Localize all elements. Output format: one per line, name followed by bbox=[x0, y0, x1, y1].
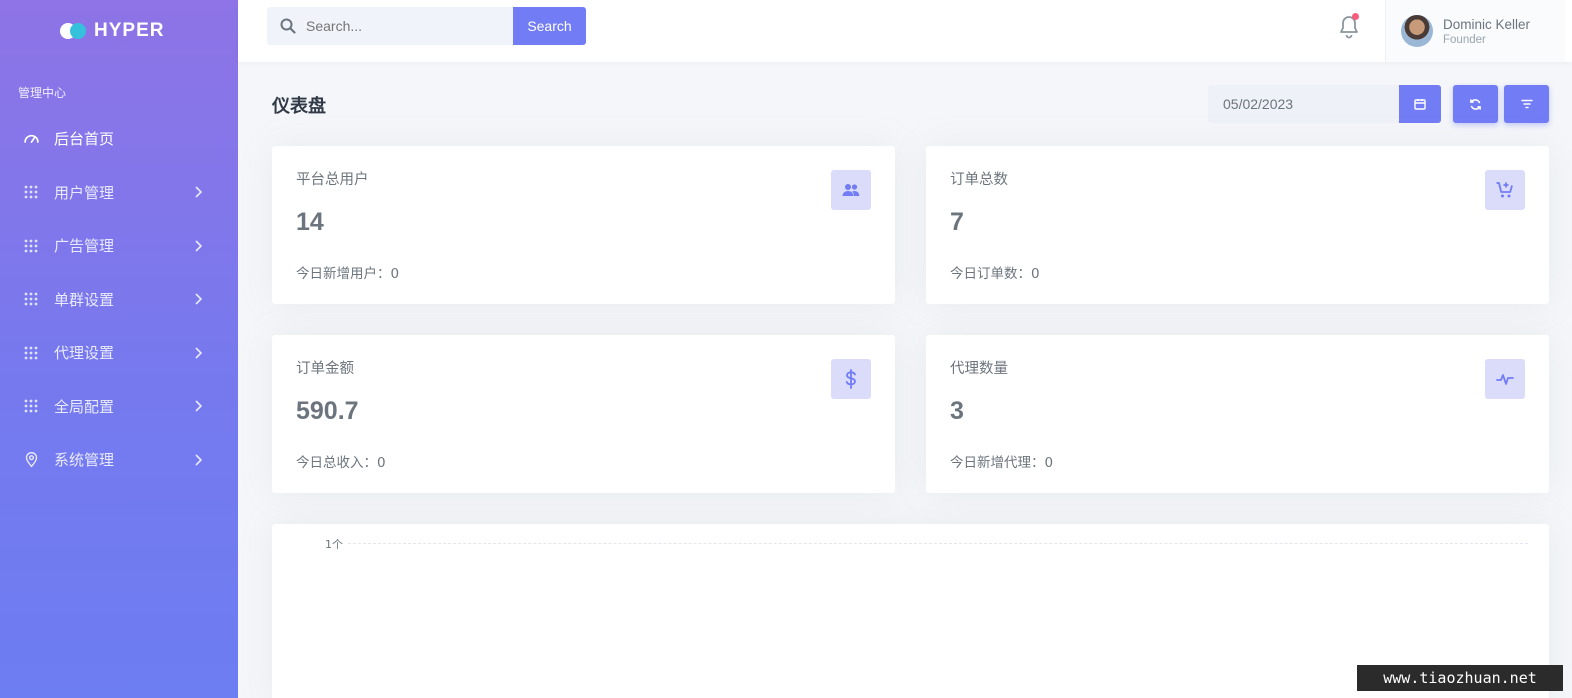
stat-card-order-amount: 订单金额 590.7 今日总收入：0 bbox=[272, 335, 895, 493]
stat-label: 订单总数 bbox=[950, 172, 1008, 188]
pulse-icon bbox=[1485, 359, 1525, 399]
brand-name: HYPER bbox=[94, 20, 165, 41]
sidebar-item-label: 单群设置 bbox=[54, 290, 115, 309]
search-box bbox=[267, 7, 513, 45]
users-icon bbox=[831, 170, 871, 210]
chevron-right-icon bbox=[192, 293, 204, 305]
sidebar: HYPER 管理中心 后台首页 用户管理 广告管理 单群设置 代理设置 全局配置… bbox=[0, 0, 238, 698]
map-pin-icon bbox=[22, 451, 40, 469]
grid-dots-icon bbox=[22, 237, 40, 255]
dollar-icon bbox=[831, 359, 871, 399]
user-name: Dominic Keller bbox=[1443, 16, 1531, 32]
user-role: Founder bbox=[1443, 33, 1486, 46]
sidebar-item-ads[interactable]: 广告管理 bbox=[0, 219, 238, 273]
sidebar-item-label: 后台首页 bbox=[54, 130, 115, 149]
filter-icon bbox=[1520, 99, 1533, 109]
search-icon bbox=[280, 18, 296, 34]
sidebar-item-dashboard[interactable]: 后台首页 bbox=[0, 112, 238, 166]
sidebar-item-label: 全局配置 bbox=[54, 397, 115, 416]
grid-dots-icon bbox=[22, 183, 40, 201]
search-input[interactable] bbox=[306, 18, 496, 34]
stat-subtext: 今日新增用户：0 bbox=[296, 266, 400, 282]
calendar-button[interactable] bbox=[1399, 85, 1441, 123]
sidebar-menu: 后台首页 用户管理 广告管理 单群设置 代理设置 全局配置 系统管理 bbox=[0, 112, 238, 487]
avatar bbox=[1401, 15, 1433, 47]
grid-dots-icon bbox=[22, 344, 40, 362]
stat-value: 3 bbox=[950, 397, 964, 425]
sidebar-item-agent-settings[interactable]: 代理设置 bbox=[0, 326, 238, 380]
sidebar-item-label: 系统管理 bbox=[54, 451, 115, 470]
sidebar-item-label: 广告管理 bbox=[54, 237, 115, 256]
chevron-right-icon bbox=[192, 240, 204, 252]
notification-button[interactable] bbox=[1337, 13, 1361, 40]
chevron-right-icon bbox=[192, 347, 204, 359]
stat-label: 代理数量 bbox=[950, 361, 1008, 377]
user-info: Dominic Keller Founder bbox=[1443, 17, 1530, 46]
notification-dot bbox=[1352, 13, 1359, 20]
menu-section-title: 管理中心 bbox=[18, 86, 67, 100]
watermark: www.tiaozhuan.net bbox=[1357, 665, 1563, 691]
grid-dots-icon bbox=[22, 290, 40, 308]
sidebar-item-label: 代理设置 bbox=[54, 344, 115, 363]
sidebar-item-global-config[interactable]: 全局配置 bbox=[0, 380, 238, 434]
stat-label: 订单金额 bbox=[296, 361, 354, 377]
sidebar-item-label: 用户管理 bbox=[54, 183, 115, 202]
search-button[interactable]: Search bbox=[513, 7, 586, 45]
sidebar-item-system[interactable]: 系统管理 bbox=[0, 433, 238, 487]
cart-plus-icon bbox=[1485, 170, 1525, 210]
sidebar-item-group-settings[interactable]: 单群设置 bbox=[0, 273, 238, 327]
speedometer-icon bbox=[22, 130, 40, 148]
refresh-button[interactable] bbox=[1453, 85, 1498, 123]
topbar: Search Dominic Keller Founder bbox=[238, 0, 1572, 62]
grid-dots-icon bbox=[22, 397, 40, 415]
stat-subtext: 今日新增代理：0 bbox=[950, 455, 1054, 471]
user-menu[interactable]: Dominic Keller Founder bbox=[1385, 0, 1565, 62]
chevron-right-icon bbox=[192, 400, 204, 412]
stat-value: 14 bbox=[296, 208, 324, 236]
chart-y-tick: 1个 bbox=[325, 538, 343, 551]
logo-icon bbox=[60, 22, 88, 40]
stat-card-total-users: 平台总用户 14 今日新增用户：0 bbox=[272, 146, 895, 304]
filter-button[interactable] bbox=[1504, 85, 1549, 123]
refresh-icon bbox=[1470, 98, 1481, 110]
chart-gridline bbox=[348, 543, 1528, 544]
stat-value: 7 bbox=[950, 208, 964, 236]
stat-value: 590.7 bbox=[296, 397, 359, 425]
calendar-icon bbox=[1414, 99, 1426, 110]
stat-card-total-orders: 订单总数 7 今日订单数：0 bbox=[926, 146, 1549, 304]
brand-logo[interactable]: HYPER bbox=[60, 20, 164, 42]
chevron-right-icon bbox=[192, 186, 204, 198]
stat-label: 平台总用户 bbox=[296, 172, 369, 188]
stat-card-agent-count: 代理数量 3 今日新增代理：0 bbox=[926, 335, 1549, 493]
page-title: 仪表盘 bbox=[272, 96, 326, 117]
date-input[interactable]: 05/02/2023 bbox=[1208, 85, 1400, 123]
sidebar-item-users[interactable]: 用户管理 bbox=[0, 166, 238, 220]
stat-subtext: 今日订单数：0 bbox=[950, 266, 1040, 282]
chevron-right-icon bbox=[192, 454, 204, 466]
stat-subtext: 今日总收入：0 bbox=[296, 455, 386, 471]
